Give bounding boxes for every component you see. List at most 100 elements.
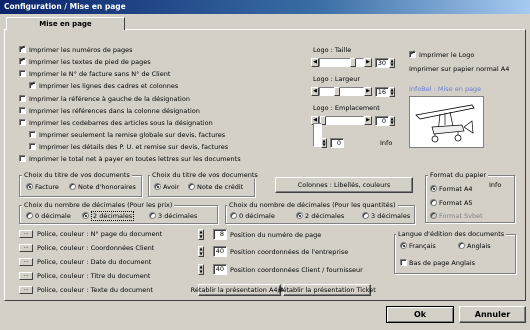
logo-placement-label: Logo : Emplacement — [313, 104, 380, 112]
print-option-label: Imprimer les références dans la colonne … — [29, 107, 200, 115]
position-spinner[interactable]: ▲ ▼ — [198, 264, 204, 275]
francais-radio[interactable] — [400, 242, 407, 249]
print-option-checkbox[interactable] — [19, 155, 26, 162]
format-a4-radio[interactable] — [430, 185, 437, 192]
logo-width-spinner[interactable]: ▲ ▼ — [389, 87, 395, 97]
price-3-decimals-radio[interactable] — [149, 212, 156, 219]
logo-size-right-arrow[interactable]: ▶ — [364, 58, 372, 67]
paper-format-title: Format du papier — [428, 171, 488, 179]
price-0-decimal-radio[interactable] — [26, 212, 33, 219]
qty-0-decimal-radio[interactable] — [230, 212, 237, 219]
print-option-label: Imprimer les textes de pied de pages — [29, 58, 151, 66]
reset-ticket-button[interactable]: Rétablir la présentation Ticket — [278, 284, 376, 296]
title-choice-title-2: Choix du titre de vos documents — [150, 171, 260, 179]
ultralight-aircraft-logo-image — [415, 104, 475, 143]
logo-x-input[interactable]: 0 — [375, 116, 389, 126]
facture-radio[interactable] — [26, 183, 33, 190]
print-logo-checkbox[interactable] — [409, 49, 416, 58]
logo-width-label: Logo : Largeur — [313, 75, 360, 83]
columns-button[interactable]: Colonnes : Libellés, couleurs — [275, 177, 413, 193]
print-option-checkbox[interactable] — [19, 95, 26, 102]
font-color-button[interactable]: ... — [19, 272, 33, 280]
font-color-label: Police, couleur : N° page du document — [37, 230, 163, 238]
ok-button[interactable]: Ok — [386, 306, 454, 323]
print-option-checkbox[interactable] — [19, 119, 26, 126]
note-credit-label: Note de crédit — [197, 183, 244, 191]
note-honoraires-radio[interactable] — [69, 183, 76, 190]
qty-2-decimals-radio[interactable] — [296, 212, 303, 219]
format-svbet-label: Format Svbet — [439, 212, 483, 220]
print-option-checkbox[interactable] — [29, 131, 36, 138]
position-input[interactable]: 40 — [213, 246, 227, 257]
print-option-label: Imprimer les numéros de pages — [29, 46, 133, 54]
print-normal-paper-label: Imprimer sur papier normal A4 — [409, 65, 510, 73]
print-option-checkbox[interactable] — [19, 70, 26, 77]
logo-size-spinner[interactable]: ▲ ▼ — [389, 58, 395, 68]
font-color-label: Police, couleur : Titre du document — [37, 272, 151, 280]
font-color-button[interactable]: ... — [19, 258, 33, 266]
logo-width-thumb[interactable] — [334, 87, 340, 96]
footer-english-checkbox[interactable] — [400, 259, 407, 266]
position-spinner[interactable]: ▲ ▼ — [198, 229, 204, 240]
tab-mise-en-page[interactable]: Mise en page — [6, 17, 125, 30]
logo-size-left-arrow[interactable]: ◀ — [311, 58, 319, 67]
logo-y-spinner[interactable]: ▲ ▼ — [321, 138, 327, 148]
print-option-checkbox[interactable] — [29, 80, 36, 89]
price-2-decimals-label: 2 décimales — [91, 211, 135, 221]
format-a4-label: Format A4 — [439, 185, 473, 193]
paper-info-label: Info — [489, 181, 502, 189]
font-color-button[interactable]: ... — [19, 230, 33, 238]
avoir-radio[interactable] — [154, 183, 161, 190]
font-color-button[interactable]: ... — [19, 286, 33, 294]
logo-size-thumb[interactable] — [350, 58, 356, 67]
logo-x-spinner[interactable]: ▲ ▼ — [389, 116, 395, 126]
qty-3-decimals-radio[interactable] — [362, 212, 369, 219]
print-option-label: Imprimer la référence à gauche de la dés… — [29, 95, 190, 103]
logo-size-slider[interactable] — [319, 58, 364, 67]
position-label: Position coordonnées Client / fournisseu… — [230, 266, 363, 274]
price-3-decimals-label: 3 décimales — [158, 212, 198, 220]
footer-english-label: Bas de page Anglais — [409, 259, 476, 267]
font-color-button[interactable]: ... — [19, 244, 33, 252]
position-input[interactable]: 40 — [213, 264, 227, 275]
reset-a4a5-button[interactable]: Rétablir la présentation A4/A5 — [191, 284, 288, 296]
position-input[interactable]: 8 — [213, 229, 227, 240]
font-color-label: Police, couleur : Date du document — [37, 258, 152, 266]
print-option-checkbox[interactable] — [29, 143, 36, 150]
position-spinner[interactable]: ▲ ▼ — [198, 246, 204, 257]
francais-label: Français — [409, 242, 436, 250]
anglais-label: Anglais — [467, 242, 491, 250]
font-color-label: Police, couleur : Coordonnées Client — [37, 244, 155, 252]
format-a5-radio[interactable] — [430, 199, 437, 206]
logo-width-left-arrow[interactable]: ◀ — [311, 87, 319, 96]
language-group — [394, 234, 516, 274]
format-a5-label: Format A5 — [439, 199, 473, 207]
note-honoraires-label: Note d'honoraires — [78, 183, 136, 191]
print-option-label: Imprimer le N° de facture sans N° de Cli… — [29, 70, 171, 78]
logo-size-input[interactable]: 30 — [375, 58, 389, 68]
title-choice-title-1: Choix du titre de vos documents — [22, 171, 132, 179]
logo-width-right-arrow[interactable]: ▶ — [364, 87, 372, 96]
logo-y-input[interactable]: 0 — [330, 138, 344, 148]
print-option-checkbox[interactable] — [19, 107, 26, 114]
infobel-label: InfoBel : Mise en page — [409, 85, 482, 93]
logo-info-label: Info — [380, 139, 393, 147]
format-svbet-radio[interactable] — [430, 212, 437, 219]
decimals-qty-title: Choix du nombre de décimales (Pour les q… — [227, 201, 398, 209]
note-credit-radio[interactable] — [188, 183, 195, 190]
avoir-label: Avoir — [163, 183, 180, 191]
print-option-label: Imprimer le total net à payer en toutes … — [29, 155, 241, 163]
decimals-price-title: Choix du nombre de décimales (Pour les p… — [22, 201, 175, 209]
logo-width-slider[interactable] — [319, 87, 364, 96]
logo-width-input[interactable]: 16 — [375, 87, 389, 97]
position-label: Position coordonnées de l'entreprise — [230, 248, 349, 256]
print-option-checkbox[interactable] — [19, 56, 26, 65]
logo-size-label: Logo : Taille — [313, 46, 352, 54]
facture-label: Facture — [35, 183, 59, 191]
logo-x-right-arrow[interactable]: ▶ — [364, 116, 372, 125]
anglais-radio[interactable] — [458, 242, 465, 249]
cancel-button[interactable]: Annuler — [459, 306, 526, 323]
print-option-checkbox[interactable] — [19, 44, 26, 53]
qty-0-decimal-label: 0 décimale — [239, 212, 275, 220]
price-2-decimals-radio[interactable] — [82, 212, 89, 219]
